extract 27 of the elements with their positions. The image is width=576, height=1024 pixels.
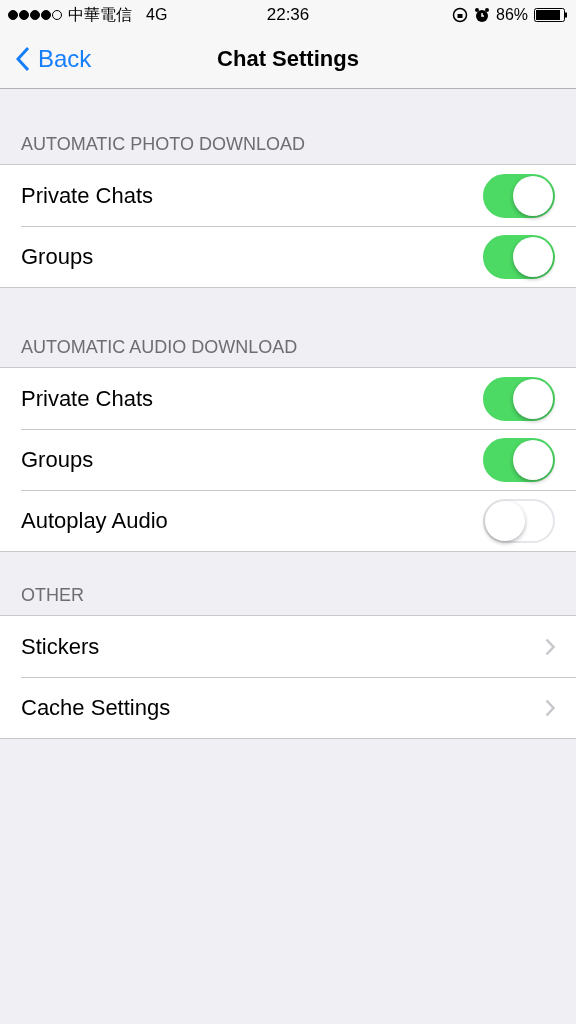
- battery-icon: [534, 8, 568, 22]
- row-label: Cache Settings: [21, 695, 172, 721]
- battery-percentage: 86%: [496, 6, 528, 24]
- section-header: OTHER: [21, 585, 84, 606]
- toggle-switch[interactable]: [483, 173, 555, 218]
- screen-title: Chat Settings: [217, 46, 359, 71]
- chevron-left-icon: [16, 46, 30, 72]
- toggle-switch[interactable]: [483, 376, 555, 421]
- section-header: AUTOMATIC PHOTO DOWNLOAD: [21, 134, 306, 155]
- alarm-clock-icon: [474, 7, 490, 23]
- back-button[interactable]: Back: [0, 45, 92, 73]
- row-label: Groups: [21, 447, 95, 473]
- signal-strength-icon: [8, 10, 64, 20]
- row-label: Stickers: [21, 633, 101, 660]
- row-label: Groups: [21, 244, 95, 270]
- carrier-name: 中華電信: [68, 4, 132, 25]
- toggle-switch[interactable]: [483, 235, 555, 279]
- row-label: Private Chats: [21, 182, 155, 209]
- row-label: Private Chats: [21, 385, 155, 412]
- rotation-lock-icon: [452, 7, 468, 23]
- chevron-right-icon: [545, 637, 555, 656]
- network-type: 4G: [146, 6, 168, 24]
- row-label: Autoplay Audio: [21, 508, 169, 534]
- section-header: AUTOMATIC AUDIO DOWNLOAD: [21, 337, 298, 358]
- chevron-right-icon: [545, 699, 555, 717]
- clock-time: 22:36: [266, 5, 310, 25]
- toggle-switch[interactable]: [483, 438, 555, 482]
